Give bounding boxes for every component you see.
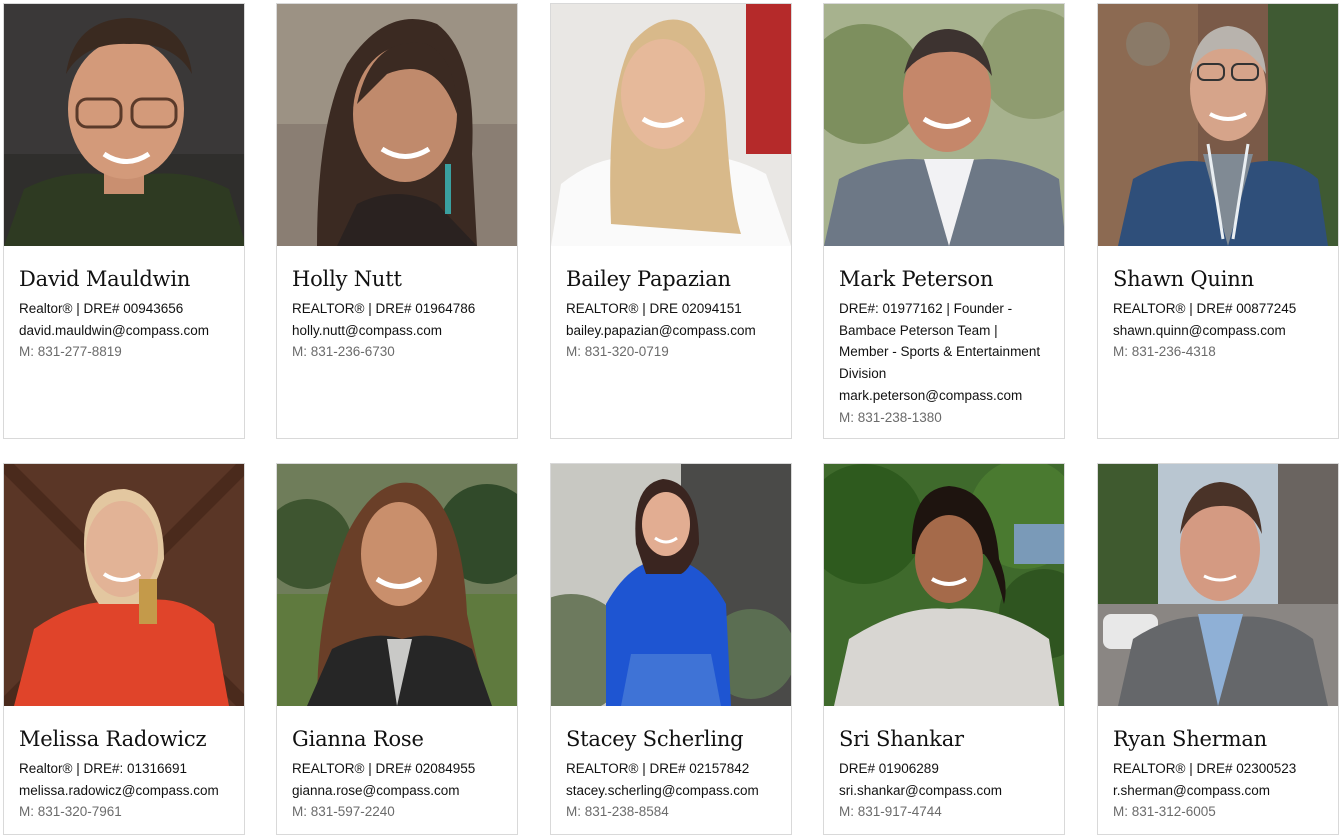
agent-photo[interactable] [1098,4,1338,246]
agent-name[interactable]: Gianna Rose [292,726,503,752]
agent-phone[interactable]: M: 831-320-7961 [19,801,230,823]
agent-license: Realtor® | DRE# 00943656 [19,301,184,316]
agent-card[interactable]: David Mauldwin Realtor® | DRE# 00943656 … [3,3,245,439]
agent-name[interactable]: Ryan Sherman [1113,726,1324,752]
agent-phone[interactable]: M: 831-320-0719 [566,341,777,363]
agent-photo[interactable] [1098,464,1338,706]
agent-card[interactable]: Shawn Quinn REALTOR® | DRE# 00877245 sha… [1097,3,1339,439]
agent-license: REALTOR® | DRE# 02157842 [566,761,750,776]
agent-card[interactable]: Stacey Scherling REALTOR® | DRE# 0215784… [550,463,792,835]
agent-phone[interactable]: M: 831-238-8584 [566,801,777,823]
agent-card[interactable]: Gianna Rose REALTOR® | DRE# 02084955 gia… [276,463,518,835]
agent-name[interactable]: Shawn Quinn [1113,266,1324,292]
agent-name[interactable]: Bailey Papazian [566,266,777,292]
agent-license: REALTOR® | DRE# 02300523 [1113,761,1297,776]
agent-phone[interactable]: M: 831-236-4318 [1113,341,1324,363]
agent-email-link[interactable]: holly.nutt@compass.com [292,320,503,342]
agent-email-link[interactable]: melissa.radowicz@compass.com [19,780,230,802]
agent-photo[interactable] [277,4,517,246]
agent-card[interactable]: Ryan Sherman REALTOR® | DRE# 02300523 r.… [1097,463,1339,835]
agent-name[interactable]: Stacey Scherling [566,726,777,752]
agent-photo[interactable] [551,464,791,706]
agent-email-link[interactable]: r.sherman@compass.com [1113,780,1324,802]
agent-license: REALTOR® | DRE# 01964786 [292,301,476,316]
agent-phone[interactable]: M: 831-917-4744 [839,801,1050,823]
agent-name[interactable]: David Mauldwin [19,266,230,292]
agent-email-link[interactable]: bailey.papazian@compass.com [566,320,777,342]
agent-photo[interactable] [824,464,1064,706]
agent-photo[interactable] [824,4,1064,246]
agent-phone[interactable]: M: 831-236-6730 [292,341,503,363]
agent-license: REALTOR® | DRE# 02084955 [292,761,476,776]
agent-photo[interactable] [4,464,244,706]
agent-email-link[interactable]: sri.shankar@compass.com [839,780,1050,802]
agent-card[interactable]: Mark Peterson DRE#: 01977162 | Founder -… [823,3,1065,439]
agent-phone[interactable]: M: 831-312-6005 [1113,801,1324,823]
agent-license: DRE#: 01977162 | Founder - Bambace Peter… [839,301,1041,382]
agent-card[interactable]: Melissa Radowicz Realtor® | DRE#: 013166… [3,463,245,835]
agent-email-link[interactable]: stacey.scherling@compass.com [566,780,777,802]
agent-name[interactable]: Mark Peterson [839,266,1050,292]
agent-name[interactable]: Sri Shankar [839,726,1050,752]
agent-license: REALTOR® | DRE# 00877245 [1113,301,1297,316]
agent-card[interactable]: Sri Shankar DRE# 01906289 sri.shankar@co… [823,463,1065,835]
agent-name[interactable]: Holly Nutt [292,266,503,292]
agent-grid: David Mauldwin Realtor® | DRE# 00943656 … [0,0,1344,837]
agent-card[interactable]: Bailey Papazian REALTOR® | DRE 02094151 … [550,3,792,439]
agent-email-link[interactable]: mark.peterson@compass.com [839,385,1050,407]
agent-license: DRE# 01906289 [839,761,939,776]
agent-card[interactable]: Holly Nutt REALTOR® | DRE# 01964786 holl… [276,3,518,439]
agent-name[interactable]: Melissa Radowicz [19,726,230,752]
agent-photo[interactable] [551,4,791,246]
agent-email-link[interactable]: shawn.quinn@compass.com [1113,320,1324,342]
agent-email-link[interactable]: gianna.rose@compass.com [292,780,503,802]
agent-photo[interactable] [4,4,244,246]
agent-phone[interactable]: M: 831-238-1380 [839,407,1050,429]
agent-email-link[interactable]: david.mauldwin@compass.com [19,320,230,342]
agent-phone[interactable]: M: 831-597-2240 [292,801,503,823]
agent-license: Realtor® | DRE#: 01316691 [19,761,188,776]
agent-photo[interactable] [277,464,517,706]
agent-license: REALTOR® | DRE 02094151 [566,301,742,316]
agent-phone[interactable]: M: 831-277-8819 [19,341,230,363]
